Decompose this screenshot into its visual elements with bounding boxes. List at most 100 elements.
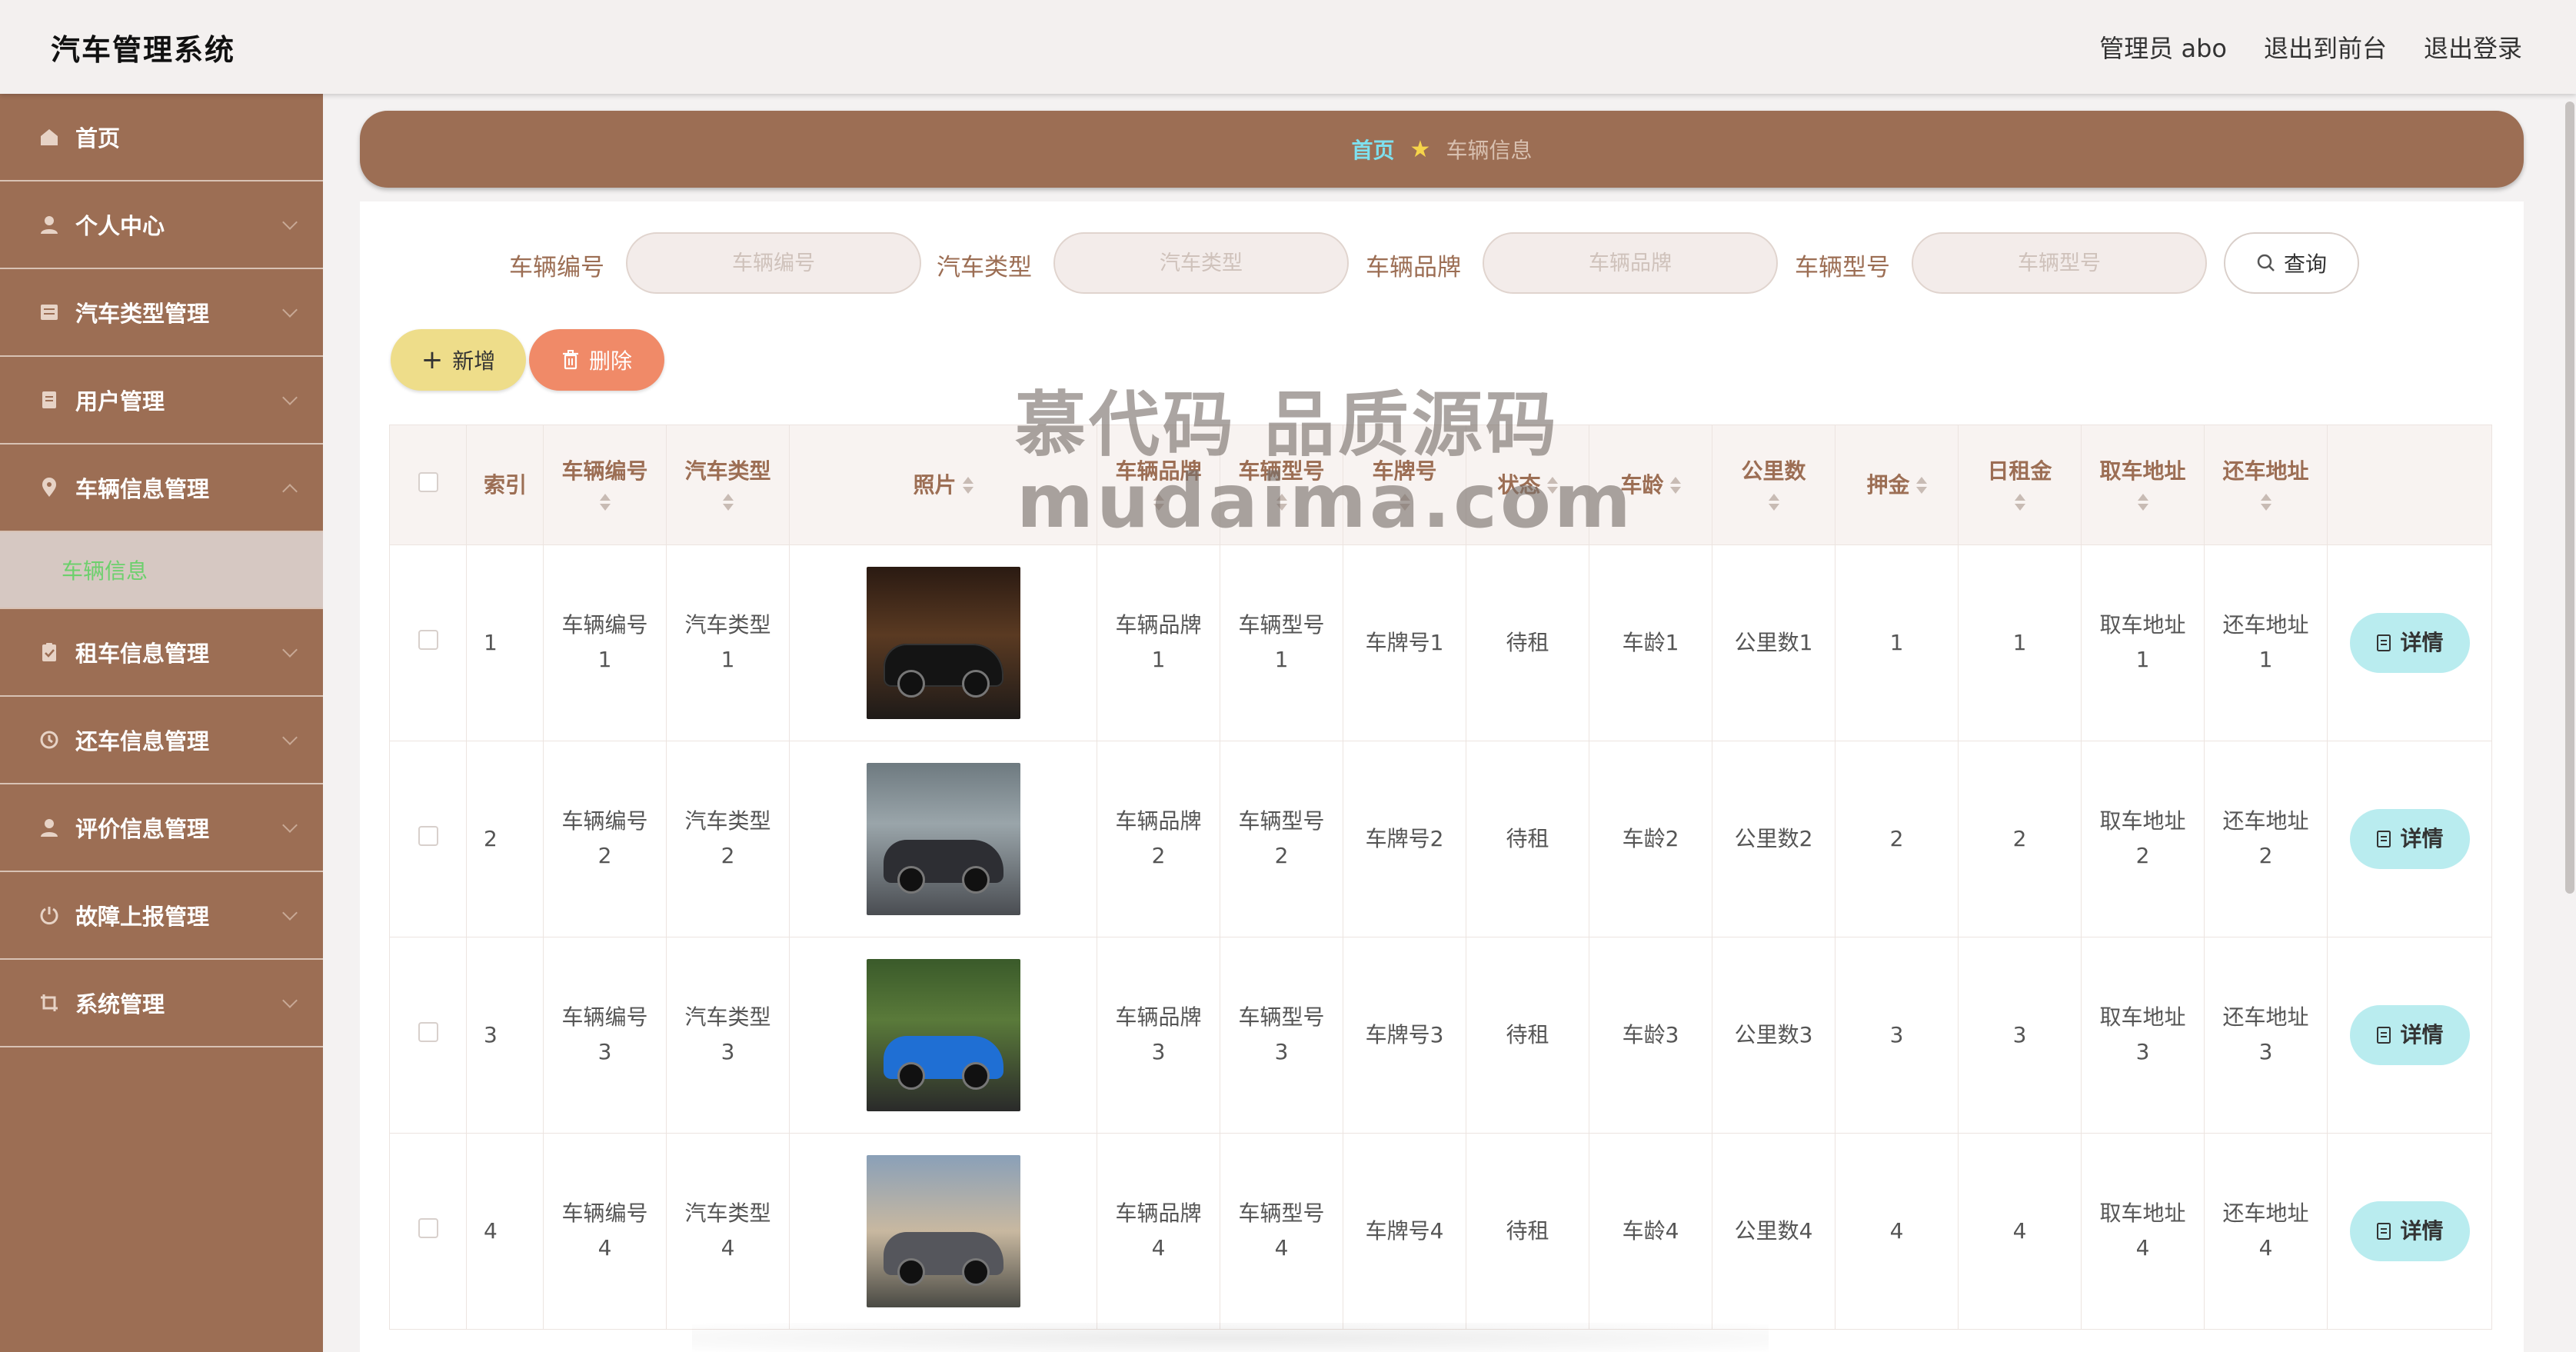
scrollbar-track[interactable] — [2564, 94, 2576, 1352]
sidebar-item-home[interactable]: 首页 — [0, 94, 323, 181]
th-pickup[interactable]: 取车地址 — [2081, 425, 2205, 545]
sort-icon[interactable] — [2014, 492, 2025, 514]
th-return[interactable]: 还车地址 — [2204, 425, 2328, 545]
breadcrumb-home[interactable]: 首页 — [1352, 134, 1395, 165]
chevron-down-icon — [282, 302, 298, 318]
cell-brand: 车辆品牌 1 — [1097, 544, 1220, 741]
sort-icon[interactable] — [722, 492, 734, 514]
row-checkbox[interactable] — [418, 1217, 438, 1238]
row-select-cell[interactable] — [389, 937, 467, 1134]
home-icon — [37, 125, 62, 149]
car-photo[interactable] — [866, 1155, 1020, 1307]
th-type[interactable]: 汽车类型 — [666, 425, 790, 545]
search-row: 车辆编号 汽车类型 车辆品牌 车辆型号 查询 — [360, 232, 2524, 294]
sort-icon[interactable] — [962, 475, 973, 497]
table-row[interactable]: 2 车辆编号 2 汽车类型 2 车辆品牌 2 车辆型号 2 车牌号2 待租 车龄2 公里数2 2 2… — [389, 741, 2492, 937]
row-checkbox[interactable] — [418, 825, 438, 846]
th-code[interactable]: 车辆编号 — [543, 425, 667, 545]
scrollbar-thumb[interactable] — [2565, 102, 2574, 894]
cell-photo — [789, 544, 1097, 741]
th-deposit-label: 押金 — [1866, 471, 1910, 498]
sidebar-item-rental-info[interactable]: 租车信息管理 — [0, 609, 323, 697]
header-nav: 管理员 abo 退出到前台 退出登录 — [2099, 29, 2522, 65]
sidebar-item-reviews[interactable]: 评价信息管理 — [0, 784, 323, 872]
file-icon — [37, 388, 62, 412]
car-photo[interactable] — [866, 959, 1020, 1111]
sort-icon[interactable] — [1669, 475, 1681, 497]
cell-plate: 车牌号3 — [1343, 937, 1466, 1134]
sidebar-subitem-vehicle-info[interactable]: 车辆信息 — [0, 532, 323, 609]
sidebar-item-users[interactable]: 用户管理 — [0, 357, 323, 445]
search-input-type[interactable] — [1053, 232, 1349, 294]
cell-age: 车龄2 — [1589, 741, 1712, 937]
query-button[interactable]: 查询 — [2224, 232, 2359, 294]
th-rent-label: 日租金 — [1987, 458, 2052, 484]
sidebar-item-fault-reports[interactable]: 故障上报管理 — [0, 872, 323, 960]
car-photo[interactable] — [866, 763, 1020, 915]
row-select-cell[interactable] — [389, 741, 467, 937]
logout-link[interactable]: 退出登录 — [2424, 29, 2522, 65]
cell-type: 汽车类型 1 — [666, 544, 790, 741]
cell-rent: 3 — [1958, 937, 2082, 1134]
th-rent[interactable]: 日租金 — [1958, 425, 2082, 545]
front-link[interactable]: 退出到前台 — [2264, 29, 2387, 65]
current-user[interactable]: 管理员 abo — [2099, 29, 2227, 65]
table-row[interactable]: 1 车辆编号 1 汽车类型 1 车辆品牌 1 车辆型号 1 车牌号1 待租 车龄1 公里数1 1 1… — [389, 544, 2492, 741]
th-mileage[interactable]: 公里数 — [1712, 425, 1835, 545]
cell-actions: 详情 — [2327, 544, 2492, 741]
sidebar-item-vehicle-info[interactable]: 车辆信息管理 — [0, 445, 323, 532]
detail-button-label: 详情 — [2400, 825, 2444, 851]
add-button[interactable]: + 新增 — [391, 329, 526, 391]
search-input-model[interactable] — [1912, 232, 2207, 294]
detail-button[interactable]: 详情 — [2349, 1201, 2470, 1261]
sidebar-item-car-types[interactable]: 汽车类型管理 — [0, 269, 323, 357]
row-select-cell[interactable] — [389, 544, 467, 741]
cell-index: 4 — [466, 1133, 544, 1330]
row-checkbox[interactable] — [418, 629, 438, 650]
cell-pickup: 取车地址 1 — [2081, 544, 2205, 741]
detail-button[interactable]: 详情 — [2349, 613, 2470, 673]
select-all-cell[interactable] — [389, 425, 467, 545]
add-button-label: 新增 — [452, 348, 496, 374]
cell-type: 汽车类型 4 — [666, 1133, 790, 1330]
sort-icon[interactable] — [1768, 492, 1779, 514]
row-checkbox[interactable] — [418, 1021, 438, 1042]
delete-button[interactable]: 删除 — [529, 329, 664, 391]
cell-model: 车辆型号 1 — [1220, 544, 1343, 741]
row-select-cell[interactable] — [389, 1133, 467, 1330]
detail-button-label: 详情 — [2400, 1021, 2444, 1047]
breadcrumb: 首页 ★ 车辆信息 — [360, 111, 2524, 188]
detail-button[interactable]: 详情 — [2349, 809, 2470, 869]
sort-icon[interactable] — [2137, 492, 2148, 514]
sidebar-item-profile[interactable]: 个人中心 — [0, 181, 323, 269]
sort-icon[interactable] — [1915, 475, 1927, 497]
table-row[interactable]: 4 车辆编号 4 汽车类型 4 车辆品牌 4 车辆型号 4 车牌号4 待租 车龄4 公里数4 4 4… — [389, 1133, 2492, 1330]
table-row[interactable]: 3 车辆编号 3 汽车类型 3 车辆品牌 3 车辆型号 3 车牌号3 待租 车龄3 公里数3 3 3… — [389, 937, 2492, 1134]
search-icon — [2256, 253, 2276, 273]
sidebar-item-label: 首页 — [75, 125, 121, 152]
th-pickup-label: 取车地址 — [2099, 458, 2186, 484]
sort-icon[interactable] — [2260, 492, 2271, 514]
top-header: 汽车管理系统 管理员 abo 退出到前台 退出登录 — [0, 0, 2576, 94]
watermark-line1: 慕代码 品质源码 — [1015, 384, 1560, 466]
sidebar-item-label: 评价信息管理 — [75, 816, 210, 842]
crop-icon — [37, 991, 62, 1015]
cell-pickup: 取车地址 4 — [2081, 1133, 2205, 1330]
sidebar-item-system[interactable]: 系统管理 — [0, 960, 323, 1047]
th-return-label: 还车地址 — [2222, 458, 2309, 484]
cell-photo — [789, 937, 1097, 1134]
user-icon — [37, 212, 62, 237]
detail-button-label: 详情 — [2400, 1217, 2444, 1244]
th-deposit[interactable]: 押金 — [1835, 425, 1959, 545]
document-icon — [2375, 634, 2392, 652]
list-icon — [37, 300, 62, 325]
search-input-code[interactable] — [626, 232, 921, 294]
sort-icon[interactable] — [599, 492, 611, 514]
car-photo[interactable] — [866, 567, 1020, 719]
detail-button[interactable]: 详情 — [2349, 1005, 2470, 1065]
cell-return: 还车地址 4 — [2204, 1133, 2328, 1330]
select-all-checkbox[interactable] — [418, 471, 438, 492]
search-input-brand[interactable] — [1483, 232, 1778, 294]
cell-return: 还车地址 2 — [2204, 741, 2328, 937]
sidebar-item-return-info[interactable]: 还车信息管理 — [0, 697, 323, 784]
